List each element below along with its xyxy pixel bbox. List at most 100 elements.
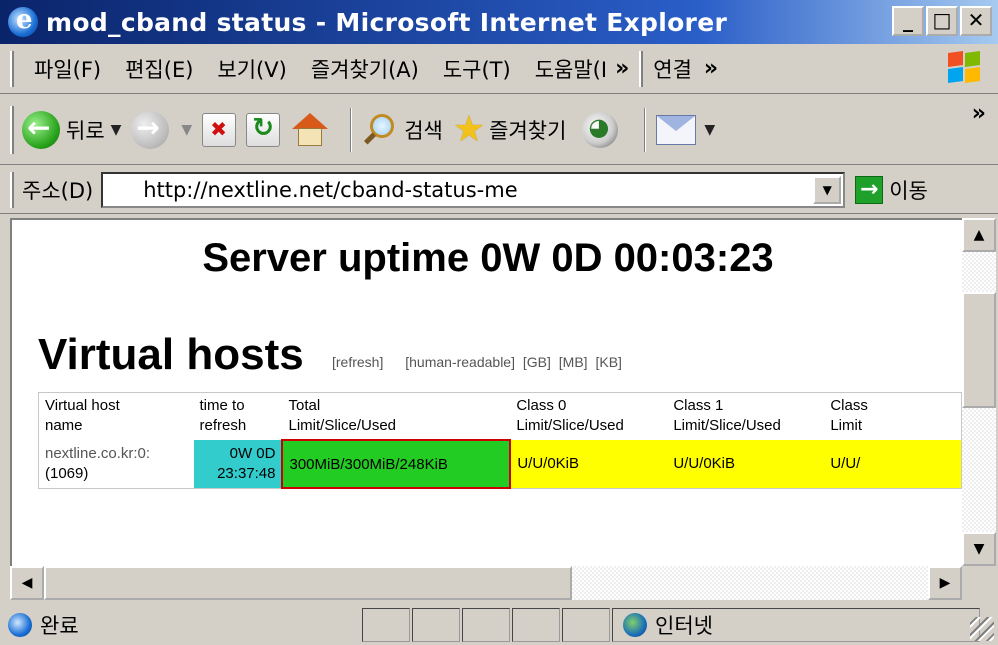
menu-grip[interactable] — [10, 50, 14, 87]
header-total: Total Limit/Slice/Used — [288, 397, 397, 434]
menu-view[interactable]: 보기(V) — [205, 54, 298, 84]
class-2-cell: U/U/ — [824, 440, 962, 488]
ie-app-icon[interactable] — [8, 5, 38, 37]
menu-more-chevron[interactable]: » — [609, 56, 635, 81]
address-label: 주소(D) — [22, 178, 94, 203]
refresh-link[interactable]: [refresh] — [332, 354, 383, 370]
menu-tools[interactable]: 도구(T) — [431, 54, 523, 84]
human-readable-link[interactable]: [human-readable] — [405, 354, 515, 370]
header-class-1: Class 1 Limit/Slice/Used — [673, 397, 781, 434]
stop-icon — [202, 112, 237, 147]
mb-link[interactable]: [MB] — [559, 354, 588, 370]
links-button[interactable]: 연결 — [647, 54, 698, 84]
header-class-0: Class 0 Limit/Slice/Used — [516, 397, 624, 434]
close-button[interactable]: ✕ — [960, 6, 992, 36]
refresh-icon — [246, 112, 281, 147]
links-grip[interactable] — [639, 50, 644, 87]
kb-link[interactable]: [KB] — [595, 354, 621, 370]
host-cell: nextline.co.kr:0: (1069) — [39, 440, 194, 488]
total-usage-cell: 300MiB/300MiB/248KiB — [281, 439, 512, 489]
scroll-left-button[interactable]: ◀ — [10, 566, 44, 600]
scroll-down-button[interactable]: ▼ — [962, 532, 996, 566]
go-arrow-icon: → — [855, 175, 884, 204]
menu-edit[interactable]: 편집(E) — [113, 54, 205, 84]
favorites-button[interactable]: ★ 즐겨찾기 — [453, 111, 567, 148]
host-name[interactable]: nextline.co.kr:0: — [45, 444, 188, 464]
status-text: 완료 — [40, 613, 79, 638]
class-1-cell: U/U/0KiB — [667, 440, 825, 488]
toolbar-grip[interactable] — [10, 105, 14, 154]
minimize-button[interactable]: _ — [892, 6, 924, 36]
table-row: nextline.co.kr:0: (1069) 0W 0D 23:37:48 … — [39, 439, 962, 489]
links-more-chevron[interactable]: » — [698, 56, 724, 81]
search-icon — [362, 112, 398, 148]
vertical-scroll-track[interactable] — [962, 252, 996, 532]
header-class-2: Class Limit — [830, 397, 868, 434]
windows-logo — [948, 50, 982, 84]
go-button[interactable]: → 이동 — [855, 175, 928, 205]
page-icon — [113, 179, 133, 201]
standard-toolbar: 뒤로 ▼ ▼ 검색 ★ 즐겨찾기 ▼ » — [0, 95, 998, 165]
home-button[interactable] — [290, 111, 330, 149]
menu-file[interactable]: 파일(F) — [22, 54, 113, 84]
vertical-scrollbar[interactable]: ▲ ▼ — [962, 218, 996, 566]
horizontal-scroll-track[interactable] — [44, 566, 928, 600]
globe-icon — [623, 612, 647, 637]
status-pane-4 — [512, 607, 560, 642]
virtual-hosts-table: Virtual host name time to refresh Total Lim… — [38, 392, 962, 489]
toolbar-more-chevron[interactable]: » — [972, 101, 986, 126]
back-arrow-icon — [22, 110, 60, 149]
scroll-up-button[interactable]: ▲ — [962, 218, 996, 252]
ie-page-icon — [8, 612, 32, 637]
media-button[interactable] — [576, 111, 624, 148]
forward-dropdown-icon[interactable]: ▼ — [181, 122, 192, 138]
mail-dropdown-icon[interactable]: ▼ — [704, 122, 715, 138]
window-title: mod_cband status - Microsoft Internet Ex… — [46, 7, 728, 37]
status-pane-2 — [412, 607, 460, 642]
address-dropdown-icon[interactable]: ▼ — [813, 175, 842, 204]
header-time-to-refresh: time to refresh — [199, 397, 247, 434]
status-pane-5 — [562, 607, 610, 642]
horizontal-scrollbar[interactable]: ◀ ▶ — [10, 566, 962, 600]
horizontal-scroll-thumb[interactable] — [44, 566, 572, 600]
resize-grip-icon[interactable] — [970, 617, 994, 641]
search-button[interactable]: 검색 — [362, 112, 443, 148]
status-pane-1 — [362, 607, 410, 642]
zone-label: 인터넷 — [655, 613, 713, 638]
status-bar: 완료 인터넷 — [0, 604, 998, 645]
menu-favorites[interactable]: 즐겨찾기(A) — [299, 54, 431, 84]
address-field[interactable]: ▼ — [101, 171, 846, 208]
back-dropdown-icon[interactable]: ▼ — [111, 122, 122, 138]
media-icon — [582, 111, 619, 148]
stop-button[interactable] — [202, 112, 237, 147]
toolbar-separator-2 — [644, 107, 647, 152]
refresh-button[interactable] — [246, 112, 281, 147]
view-links: [refresh] [human-readable] [GB] [MB] [KB… — [332, 354, 626, 370]
security-zone[interactable]: 인터넷 — [612, 607, 980, 642]
go-label: 이동 — [889, 178, 928, 203]
time-to-refresh-cell: 0W 0D 23:37:48 — [193, 440, 283, 488]
table-header-row: Virtual host name time to refresh Total Lim… — [39, 393, 962, 441]
header-virtual-host: Virtual host name — [45, 397, 120, 434]
server-uptime-heading: Server uptime 0W 0D 00:03:23 — [202, 236, 774, 280]
page-content: Server uptime 0W 0D 00:03:23 Virtual hos… — [10, 218, 962, 566]
title-bar: mod_cband status - Microsoft Internet Ex… — [0, 0, 998, 44]
vertical-scroll-thumb[interactable] — [962, 292, 996, 408]
url-input[interactable] — [143, 177, 824, 202]
gb-link[interactable]: [GB] — [523, 354, 551, 370]
class-0-cell: U/U/0KiB — [510, 440, 668, 488]
window-controls: _ □ ✕ — [892, 6, 992, 36]
scrollbar-corner — [962, 566, 996, 600]
back-label: 뒤로 — [66, 118, 105, 143]
status-main: 완료 — [0, 608, 360, 642]
maximize-button[interactable]: □ — [926, 6, 958, 36]
mail-button[interactable]: ▼ — [656, 114, 715, 145]
search-label: 검색 — [404, 118, 443, 143]
menu-bar: 파일(F) 편집(E) 보기(V) 즐겨찾기(A) 도구(T) 도움말(I » … — [0, 44, 998, 94]
address-grip[interactable] — [10, 171, 14, 208]
forward-button[interactable]: ▼ — [131, 110, 192, 149]
virtual-hosts-heading: Virtual hosts — [38, 330, 304, 379]
back-button[interactable]: 뒤로 ▼ — [22, 110, 122, 149]
menu-help[interactable]: 도움말(I — [523, 54, 609, 84]
scroll-right-button[interactable]: ▶ — [928, 566, 962, 600]
